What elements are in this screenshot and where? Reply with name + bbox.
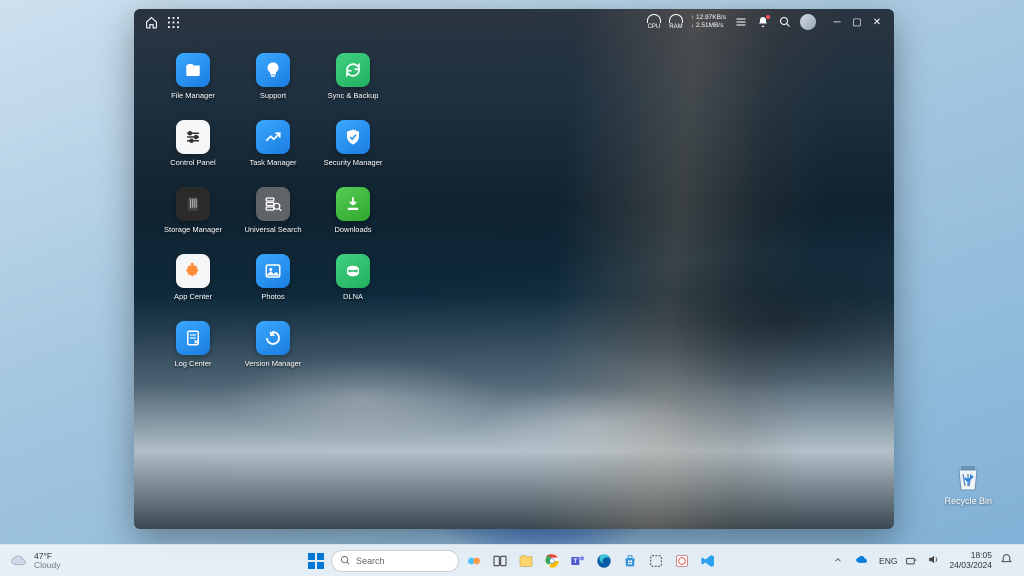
- app-label: Storage Manager: [164, 225, 222, 234]
- taskbar-search[interactable]: Search: [331, 550, 459, 572]
- recycle-bin-label: Recycle Bin: [944, 496, 992, 506]
- cpu-gauge[interactable]: CPU: [647, 14, 661, 30]
- app-support[interactable]: Support: [238, 53, 308, 100]
- ram-gauge[interactable]: RAM: [669, 14, 683, 30]
- close-button[interactable]: ✕: [870, 15, 884, 29]
- search-icon: [340, 555, 351, 566]
- folder-icon: [176, 53, 210, 87]
- shield-icon: [336, 120, 370, 154]
- app-control-panel[interactable]: Control Panel: [158, 120, 228, 167]
- store-icon[interactable]: [619, 550, 641, 572]
- app-app-center[interactable]: App Center: [158, 254, 228, 301]
- bulb-icon: [256, 53, 290, 87]
- sync-icon: [336, 53, 370, 87]
- notifications-icon[interactable]: [1000, 553, 1014, 568]
- puzzle-icon: [176, 254, 210, 288]
- clock[interactable]: 18:05 24/03/2024: [949, 551, 992, 570]
- app-file-manager[interactable]: File Manager: [158, 53, 228, 100]
- dbsearch-icon: [256, 187, 290, 221]
- app-label: Downloads: [334, 225, 371, 234]
- network-icon[interactable]: [905, 553, 919, 568]
- app-label: Task Manager: [249, 158, 296, 167]
- maximize-button[interactable]: ▢: [850, 15, 864, 29]
- copilot-icon[interactable]: [463, 550, 485, 572]
- net-speed: ↑ 12.97KB/s ↓ 2.51MB/s: [691, 14, 726, 30]
- download-icon: [336, 187, 370, 221]
- app-label: DLNA: [343, 292, 363, 301]
- task-view-icon[interactable]: [489, 550, 511, 572]
- apps-grid: File Manager Support Sync & Backup Control …: [134, 35, 894, 386]
- edge-icon[interactable]: [593, 550, 615, 572]
- app-task-manager[interactable]: Task Manager: [238, 120, 308, 167]
- app-universal-search[interactable]: Universal Search: [238, 187, 308, 234]
- onedrive-icon[interactable]: [855, 553, 871, 569]
- app-label: File Manager: [171, 91, 215, 100]
- chart-icon: [256, 120, 290, 154]
- recycle-bin-icon: [951, 460, 985, 494]
- user-avatar[interactable]: [800, 14, 816, 30]
- app-label: Photos: [261, 292, 284, 301]
- weather-widget[interactable]: 47°F Cloudy: [0, 552, 60, 570]
- app-dlna[interactable]: DLNA: [318, 254, 388, 301]
- app-label: Security Manager: [324, 158, 383, 167]
- sliders-icon: [176, 120, 210, 154]
- snip-icon[interactable]: [645, 550, 667, 572]
- app-label: Support: [260, 91, 286, 100]
- language-indicator[interactable]: ENG: [879, 556, 897, 566]
- log-icon: [176, 321, 210, 355]
- app-version-manager[interactable]: Version Manager: [238, 321, 308, 368]
- app-label: Sync & Backup: [328, 91, 379, 100]
- recycle-bin[interactable]: Recycle Bin: [944, 460, 992, 506]
- bell-icon[interactable]: [756, 15, 770, 29]
- paint-icon[interactable]: [671, 550, 693, 572]
- app-label: App Center: [174, 292, 212, 301]
- app-label: Universal Search: [244, 225, 301, 234]
- app-sync-backup[interactable]: Sync & Backup: [318, 53, 388, 100]
- app-photos[interactable]: Photos: [238, 254, 308, 301]
- teams-icon[interactable]: T: [567, 550, 589, 572]
- app-downloads[interactable]: Downloads: [318, 187, 388, 234]
- nas-app-window: CPU RAM ↑ 12.97KB/s ↓ 2.51MB/s ─ ▢ ✕ Fil: [134, 9, 894, 529]
- explorer-icon[interactable]: [515, 550, 537, 572]
- app-security-manager[interactable]: Security Manager: [318, 120, 388, 167]
- volume-icon[interactable]: [927, 553, 941, 568]
- app-label: Log Center: [174, 359, 211, 368]
- restore-icon: [256, 321, 290, 355]
- app-label: Version Manager: [245, 359, 302, 368]
- vscode-icon[interactable]: [697, 550, 719, 572]
- weather-cond: Cloudy: [34, 561, 60, 570]
- weather-icon: [10, 552, 28, 570]
- nas-titlebar: CPU RAM ↑ 12.97KB/s ↓ 2.51MB/s ─ ▢ ✕: [134, 9, 894, 35]
- apps-grid-icon[interactable]: [166, 15, 180, 29]
- chrome-icon[interactable]: [541, 550, 563, 572]
- dlna-icon: [336, 254, 370, 288]
- taskbar: 47°F Cloudy Search T ENG 18:05 24/03/202…: [0, 544, 1024, 576]
- search-icon[interactable]: [778, 15, 792, 29]
- minimize-button[interactable]: ─: [830, 15, 844, 29]
- image-icon: [256, 254, 290, 288]
- start-button[interactable]: [305, 550, 327, 572]
- storage-icon: [176, 187, 210, 221]
- menu-icon[interactable]: [734, 15, 748, 29]
- tray-chevron-icon[interactable]: [833, 555, 847, 567]
- home-icon[interactable]: [144, 15, 158, 29]
- app-log-center[interactable]: Log Center: [158, 321, 228, 368]
- svg-text:T: T: [573, 559, 577, 565]
- app-storage-manager[interactable]: Storage Manager: [158, 187, 228, 234]
- app-label: Control Panel: [170, 158, 215, 167]
